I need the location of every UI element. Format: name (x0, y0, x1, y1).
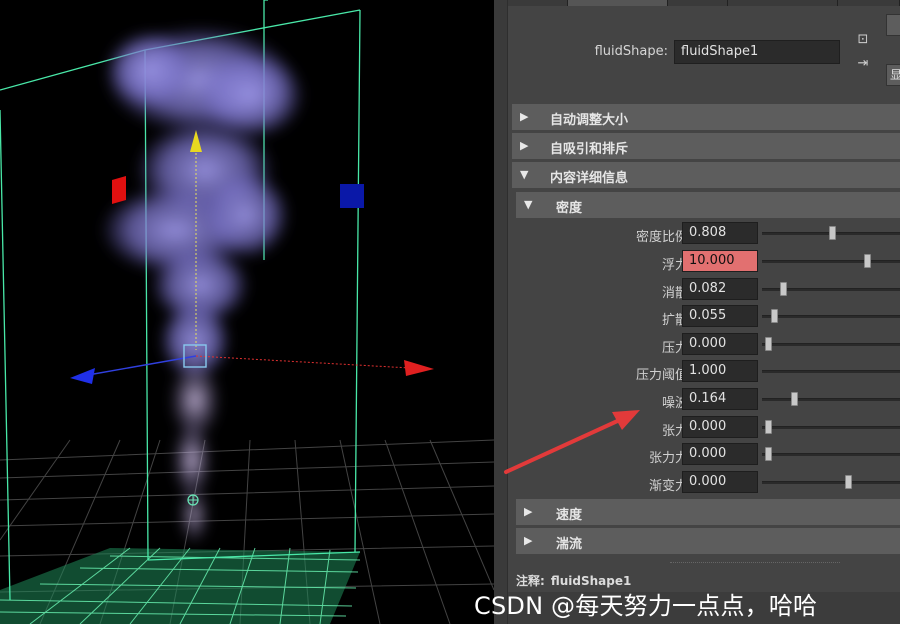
attr-row-gradient-force: 渐变力 0.000 (508, 470, 900, 496)
section-label: 密度 (556, 201, 583, 216)
attr-slider-track[interactable] (762, 426, 900, 429)
attr-slider-knob[interactable] (779, 282, 787, 296)
x-axis-line (195, 355, 411, 369)
side-button-top[interactable] (886, 14, 900, 36)
attr-value-field[interactable]: 0.000 (682, 471, 758, 493)
attr-slider-knob[interactable] (829, 226, 837, 240)
shape-name-label: fluidShape: (594, 44, 668, 59)
resize-handle[interactable] (670, 562, 840, 563)
viewport-scene (0, 0, 494, 624)
attr-value-field[interactable]: 0.000 (682, 443, 758, 465)
section-label: 自动调整大小 (550, 113, 629, 128)
section-self-attract-repel[interactable]: ▶ 自吸引和排斥 (512, 133, 900, 159)
attr-slider-knob[interactable] (864, 254, 872, 268)
attr-label: 压力阈值 (635, 368, 688, 383)
attr-slider-track[interactable] (762, 481, 900, 484)
attr-label: 密度比例 (635, 230, 688, 245)
x-axis-arrow-icon[interactable] (404, 360, 434, 376)
attr-row-buoyancy: 浮力 10.000 (508, 249, 900, 275)
attr-row-dissipation: 消散 0.082 (508, 277, 900, 303)
attr-row-tension: 张力 0.000 (508, 415, 900, 441)
attr-row-diffusion: 扩散 0.055 (508, 304, 900, 330)
attr-slider-knob[interactable] (764, 420, 772, 434)
tab-stub[interactable] (568, 0, 668, 6)
attr-slider-knob[interactable] (845, 475, 853, 489)
expand-arrow-icon: ▶ (524, 534, 533, 547)
attr-value-field[interactable]: 1.000 (682, 360, 758, 382)
smoke-plume (100, 25, 305, 545)
attr-value-field[interactable]: 0.808 (682, 222, 758, 244)
attr-row-noise: 噪波 0.164 (508, 387, 900, 413)
section-label: 内容详细信息 (550, 171, 629, 186)
watermark-text: CSDN @每天努力一点点，哈哈 (474, 592, 818, 620)
tab-stub[interactable] (728, 0, 838, 6)
collapse-arrow-icon: ▼ (520, 168, 529, 181)
expand-arrow-icon: ▶ (524, 505, 533, 518)
attr-value-field[interactable]: 0.164 (682, 388, 758, 410)
attribute-editor: fluidShape: fluidShape1 ⊡ ⇥ 显 ▶ 自动调整大小 ▶… (494, 0, 900, 624)
attr-value-field[interactable]: 0.000 (682, 333, 758, 355)
section-label: 速度 (556, 508, 583, 523)
tab-stub[interactable] (668, 0, 728, 6)
expand-arrow-icon: ▶ (520, 110, 529, 123)
connection-icon[interactable]: ⇥ (852, 56, 874, 72)
attr-slider-knob[interactable] (791, 392, 799, 406)
attr-row-density-scale: 密度比例 0.808 (508, 221, 900, 247)
attr-value-field[interactable]: 10.000 (682, 250, 758, 272)
section-auto-resize[interactable]: ▶ 自动调整大小 (512, 104, 900, 130)
attr-value-field[interactable]: 0.082 (682, 278, 758, 300)
section-turbulence[interactable]: ▶ 湍流 (516, 528, 900, 554)
section-velocity[interactable]: ▶ 速度 (516, 499, 900, 525)
tab-stub[interactable] (838, 0, 900, 6)
attr-slider-knob[interactable] (764, 447, 772, 461)
panel-divider[interactable] (494, 0, 508, 624)
section-contents-details[interactable]: ▼ 内容详细信息 (512, 162, 900, 188)
attr-slider-track[interactable] (762, 315, 900, 318)
section-label: 湍流 (556, 537, 583, 552)
attr-slider-track[interactable] (762, 398, 900, 401)
attr-row-pressure: 压力 0.000 (508, 332, 900, 358)
section-label: 自吸引和排斥 (550, 142, 629, 157)
blue-plane-handle-icon (340, 184, 364, 208)
shape-name-field[interactable]: fluidShape1 (674, 40, 840, 64)
attr-slider-knob[interactable] (764, 337, 772, 351)
z-axis-arrow-icon[interactable] (70, 368, 95, 384)
section-density[interactable]: ▼ 密度 (516, 192, 900, 218)
node-tabs (494, 0, 900, 6)
attr-row-tension-force: 张力力 0.000 (508, 442, 900, 468)
red-plane-handle-icon (112, 176, 126, 204)
collapse-arrow-icon: ▼ (524, 198, 533, 211)
attr-slider-track[interactable] (762, 370, 900, 373)
attr-slider-track[interactable] (762, 453, 900, 456)
attr-value-field[interactable]: 0.055 (682, 305, 758, 327)
attr-slider-track[interactable] (762, 260, 900, 263)
attr-row-pressure-threshold: 压力阈值 1.000 (508, 359, 900, 385)
attr-slider-knob[interactable] (770, 309, 778, 323)
attr-value-field[interactable]: 0.000 (682, 416, 758, 438)
side-button[interactable]: 显 (886, 64, 900, 86)
input-output-icon[interactable]: ⊡ (852, 32, 874, 48)
tab-stub[interactable] (508, 0, 568, 6)
expand-arrow-icon: ▶ (520, 139, 529, 152)
attr-slider-track[interactable] (762, 343, 900, 346)
viewport-3d[interactable] (0, 0, 494, 624)
